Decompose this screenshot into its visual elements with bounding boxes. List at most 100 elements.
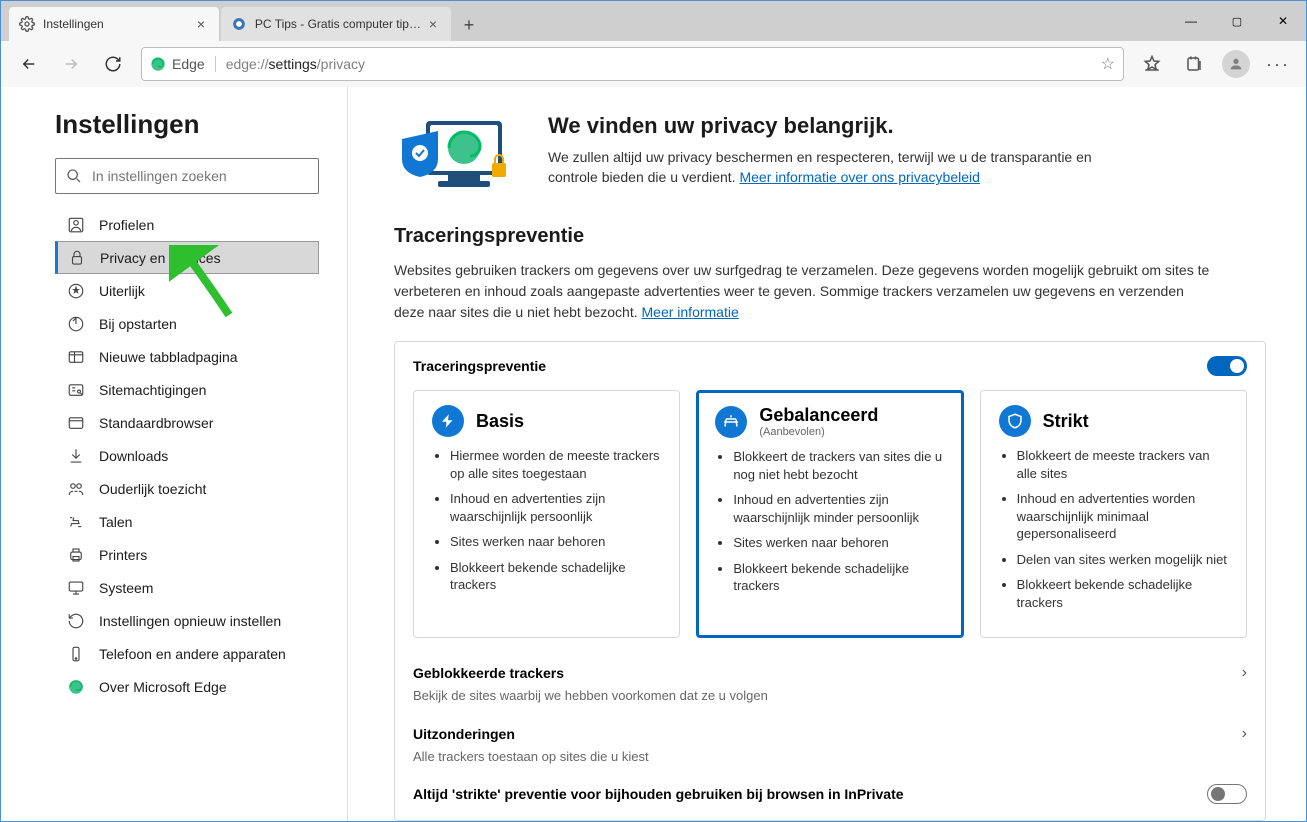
tracking-card-balanced[interactable]: Gebalanceerd(Aanbevolen)Blokkeert de tra… [696,390,963,638]
tab-settings[interactable]: Instellingen × [9,7,219,41]
site-permissions-icon [67,381,85,399]
card-title: Strikt [1043,411,1089,432]
address-url: edge://settings/privacy [226,56,1101,72]
tab-pctips[interactable]: PC Tips - Gratis computer tips! - × [221,7,451,41]
sidebar-item-site-permissions[interactable]: Sitemachtigingen [55,373,319,406]
sidebar-item-label: Printers [99,547,147,563]
inprivate-strict-label: Altijd 'strikte' preventie voor bijhoude… [413,786,904,802]
intro-title: We vinden uw privacy belangrijk. [548,113,1108,139]
search-icon [66,168,82,184]
sidebar-item-label: Systeem [99,580,153,596]
chevron-right-icon: › [1242,664,1247,682]
close-window-button[interactable]: ✕ [1260,1,1306,41]
tracking-more-link[interactable]: Meer informatie [642,304,739,320]
sidebar-item-languages[interactable]: Talen [55,505,319,538]
tab-label: Instellingen [43,17,104,31]
card-bullet: Blokkeert bekende schadelijke trackers [733,560,944,595]
sidebar-item-label: Telefoon en andere apparaten [99,646,286,662]
sidebar-item-label: Instellingen opnieuw instellen [99,613,281,629]
sidebar-item-appearance[interactable]: Uiterlijk [55,274,319,307]
family-icon [67,480,85,498]
inprivate-strict-row: Altijd 'strikte' preventie voor bijhoude… [413,774,1247,806]
privacy-icon [68,249,86,267]
default-browser-icon [67,414,85,432]
sidebar: Instellingen ProfielenPrivacy en service… [1,87,348,821]
sidebar-item-phone[interactable]: Telefoon en andere apparaten [55,637,319,670]
card-bullet: Sites werken naar behoren [733,534,944,552]
maximize-button[interactable]: ▢ [1214,1,1260,41]
printers-icon [67,546,85,564]
close-icon[interactable]: × [425,16,441,32]
toolbar: Edge edge://settings/privacy ☆ ··· [1,41,1306,87]
sidebar-item-label: Privacy en services [100,250,221,266]
card-bullet: Inhoud en advertenties worden waarschijn… [1017,490,1228,543]
forward-button[interactable] [51,44,91,84]
intro-body: We zullen altijd uw privacy beschermen e… [548,147,1108,188]
more-button[interactable]: ··· [1258,44,1298,84]
newtab-icon [67,348,85,366]
tracking-toggle[interactable] [1207,356,1247,376]
refresh-button[interactable] [93,44,133,84]
inprivate-strict-toggle[interactable] [1207,784,1247,804]
tracking-card-strict[interactable]: Strikt Blokkeert de meeste trackers van a… [980,390,1247,638]
card-bullet: Delen van sites werken mogelijk niet [1017,551,1228,569]
profile-button[interactable] [1216,44,1256,84]
favorites-button[interactable] [1132,44,1172,84]
startup-icon [67,315,85,333]
card-bullet: Blokkeert bekende schadelijke trackers [1017,576,1228,611]
languages-icon [67,513,85,531]
sidebar-item-printers[interactable]: Printers [55,538,319,571]
sidebar-item-label: Bij opstarten [99,316,177,332]
favorite-star-icon[interactable]: ☆ [1101,54,1115,74]
tracking-card-basic[interactable]: BasisHiermee worden de meeste trackers o… [413,390,680,638]
sidebar-item-label: Over Microsoft Edge [99,679,227,695]
sidebar-item-downloads[interactable]: Downloads [55,439,319,472]
exceptions-desc: Alle trackers toestaan op sites die u ki… [413,749,1247,764]
sidebar-item-label: Uiterlijk [99,283,145,299]
exceptions-row[interactable]: Uitzonderingen › [413,713,1247,749]
sidebar-item-about[interactable]: Over Microsoft Edge [55,670,319,703]
sidebar-item-label: Profielen [99,217,154,233]
appearance-icon [67,282,85,300]
sidebar-item-newtab[interactable]: Nieuwe tabbladpagina [55,340,319,373]
card-bullet: Inhoud en advertenties zijn waarschijnli… [450,490,661,525]
privacy-hero-icon [394,113,524,197]
sidebar-item-family[interactable]: Ouderlijk toezicht [55,472,319,505]
blocked-trackers-desc: Bekijk de sites waarbij we hebben voorko… [413,688,1247,703]
close-icon[interactable]: × [193,16,209,32]
sidebar-item-system[interactable]: Systeem [55,571,319,604]
address-identity: Edge [150,56,216,72]
window-controls: — ▢ ✕ [1168,1,1306,41]
address-bar[interactable]: Edge edge://settings/privacy ☆ [141,47,1124,81]
sidebar-item-privacy[interactable]: Privacy en services [55,241,319,274]
search-input[interactable] [92,168,308,184]
edge-icon [150,56,166,72]
sidebar-item-label: Downloads [99,448,168,464]
privacy-policy-link[interactable]: Meer informatie over ons privacybeleid [739,169,979,185]
settings-search[interactable] [55,158,319,194]
sidebar-item-label: Nieuwe tabbladpagina [99,349,238,365]
content-area: We vinden uw privacy belangrijk. We zull… [348,87,1306,821]
back-button[interactable] [9,44,49,84]
basic-icon [432,405,464,437]
collections-button[interactable] [1174,44,1214,84]
about-icon [67,678,85,696]
card-bullet: Blokkeert bekende schadelijke trackers [450,559,661,594]
sidebar-item-label: Sitemachtigingen [99,382,206,398]
sidebar-item-reset[interactable]: Instellingen opnieuw instellen [55,604,319,637]
card-bullet: Hiermee worden de meeste trackers op all… [450,447,661,482]
sidebar-item-label: Talen [99,514,132,530]
balanced-icon [715,406,747,438]
card-bullets: Blokkeert de meeste trackers van alle si… [999,447,1228,611]
sidebar-item-default-browser[interactable]: Standaardbrowser [55,406,319,439]
card-bullet: Blokkeert de trackers van sites die u no… [733,448,944,483]
new-tab-button[interactable]: + [453,9,485,41]
sidebar-item-label: Standaardbrowser [99,415,213,431]
sidebar-item-startup[interactable]: Bij opstarten [55,307,319,340]
sidebar-item-profiles[interactable]: Profielen [55,208,319,241]
minimize-button[interactable]: — [1168,1,1214,41]
tracking-desc: Websites gebruiken trackers om gegevens … [394,260,1214,323]
blocked-trackers-row[interactable]: Geblokkeerde trackers › [413,652,1247,688]
card-bullet: Sites werken naar behoren [450,533,661,551]
blocked-trackers-title: Geblokkeerde trackers [413,665,564,681]
